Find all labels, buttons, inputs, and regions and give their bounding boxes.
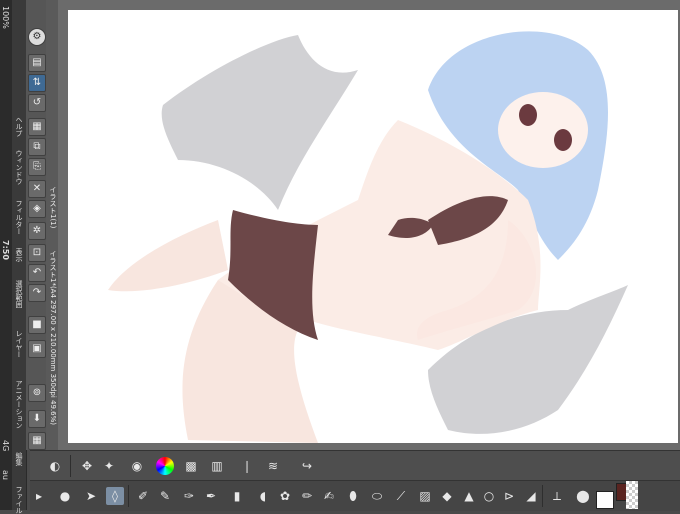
fill-icon[interactable]: ❘ [238, 457, 256, 475]
fill-tool-icon[interactable]: ✿ [276, 487, 294, 505]
select-icon[interactable]: ➤ [82, 487, 100, 505]
clear-icon[interactable]: ■ [28, 316, 46, 334]
move-icon[interactable]: ⇅ [28, 74, 46, 92]
menu-item-window[interactable]: ウィンドウ [14, 150, 24, 185]
menu-bar: ファイル 編集 アニメーション レイヤー 選択範囲 表示 フィルター ウィンドウ… [12, 0, 27, 514]
save-icon[interactable]: ⬇ [28, 410, 46, 428]
move-layer-icon[interactable]: ✥ [78, 457, 96, 475]
menu-item-help[interactable]: ヘルプ [14, 116, 24, 137]
blend-icon[interactable]: ▮ [228, 487, 246, 505]
menu-item-selection[interactable]: 選択範囲 [14, 280, 24, 308]
clock: 7:50 [1, 240, 10, 260]
decorate-icon[interactable]: ✑ [180, 487, 198, 505]
menu-item-view[interactable]: 表示 [14, 248, 24, 262]
transparent-color-swatch[interactable] [626, 481, 638, 509]
quick-access-bar: ◐ ✥ ✦ ◉ ▩ ▥ ❘ ≋ ↪ [30, 450, 680, 481]
gradient-icon[interactable]: ◖ [254, 487, 272, 505]
layers-icon[interactable]: ▤ [28, 54, 46, 72]
airbrush-icon[interactable]: ✎ [156, 487, 174, 505]
color-wheel-icon[interactable] [156, 457, 174, 475]
brush-size-icon[interactable]: ⟂ [548, 487, 566, 505]
grid-icon[interactable]: ▦ [28, 432, 46, 450]
menu-item-filter[interactable]: フィルター [14, 200, 24, 235]
reset-icon[interactable]: ↪ [298, 457, 316, 475]
text-icon[interactable]: ✍ [320, 487, 338, 505]
menu-item-layer[interactable]: レイヤー [14, 330, 24, 358]
network-indicator: 4G [1, 440, 10, 452]
new-layer-icon[interactable]: ▣ [28, 340, 46, 358]
rotate-icon[interactable]: ↺ [28, 94, 46, 112]
color-history-icon[interactable]: ▥ [208, 457, 226, 475]
carrier-name: au [1, 470, 10, 480]
oval-icon[interactable]: ○ [480, 487, 498, 505]
spray-icon[interactable]: ✲ [28, 222, 46, 240]
gradient-tool-icon[interactable]: ▨ [416, 487, 434, 505]
bucket-icon[interactable]: ◆ [438, 487, 456, 505]
color-set-icon[interactable]: ▩ [182, 457, 200, 475]
figure-icon[interactable]: ✏ [298, 487, 316, 505]
color-icon[interactable]: ▦ [28, 118, 46, 136]
app-logo-icon[interactable]: ⚙ [28, 28, 46, 46]
brush-icon[interactable]: ✐ [134, 487, 152, 505]
scale-icon[interactable]: ⊡ [28, 244, 46, 262]
rotate-view-icon[interactable]: ◐ [46, 457, 64, 475]
line-icon[interactable]: ⟋ [392, 487, 410, 505]
battery-indicator: 100% [1, 6, 10, 29]
eye-icon[interactable]: ◉ [128, 457, 146, 475]
menu-item-animation[interactable]: アニメーション [14, 380, 24, 429]
eraser-icon[interactable]: ✒ [202, 487, 220, 505]
shape-icon[interactable]: ▲ [460, 487, 478, 505]
status-bar: 100% 7:50 4G au [0, 0, 12, 510]
main-color-swatch[interactable] [596, 491, 614, 509]
settings-icon[interactable]: ⊚ [28, 384, 46, 402]
pen-icon[interactable]: ≋ [264, 457, 282, 475]
redo-icon[interactable]: ↷ [28, 284, 46, 302]
lasso-icon[interactable]: ✦ [100, 457, 118, 475]
fill-bucket-icon[interactable]: ◈ [28, 200, 46, 218]
command-bar: ⚙ ▤ ⇅ ↺ ▦ ⧉ ⎘ ✕ ◈ ✲ ⊡ ↶ ↷ ■ ▣ ⊚ ⬇ ▦ [26, 0, 47, 450]
ruler-icon[interactable]: ⬭ [368, 487, 386, 505]
vector-icon[interactable]: ⊳ [500, 487, 518, 505]
paste-icon[interactable]: ⎘ [28, 158, 46, 176]
tab-title: イラスト1(1) [49, 186, 57, 229]
copy-icon[interactable]: ⧉ [28, 138, 46, 156]
transform-icon[interactable]: ✕ [28, 180, 46, 198]
illustration-artwork [108, 31, 628, 443]
menu-item-edit[interactable]: 編集 [14, 452, 24, 466]
triangle-ruler-icon[interactable]: ◢ [522, 487, 540, 505]
pen-tool-icon[interactable]: ◊ [106, 487, 124, 505]
zoom-icon[interactable]: ▸ [30, 487, 48, 505]
document-title: イラスト1*(A4 297.00 x 210.00mm 350dpi 49.6%… [49, 250, 57, 425]
opacity-icon[interactable]: ⬤ [574, 487, 592, 505]
balloon-icon[interactable]: ⬮ [344, 487, 362, 505]
drawing-canvas[interactable] [68, 10, 678, 443]
undo-icon[interactable]: ↶ [28, 264, 46, 282]
hand-icon[interactable]: ● [56, 487, 74, 505]
tool-bar: ▸ ● ➤ ◊ ✐ ✎ ✑ ✒ ▮ ◖ ✿ ✏ ✍ ⬮ ⬭ ⟋ ▨ ◆ ▲ ○ … [30, 480, 680, 511]
